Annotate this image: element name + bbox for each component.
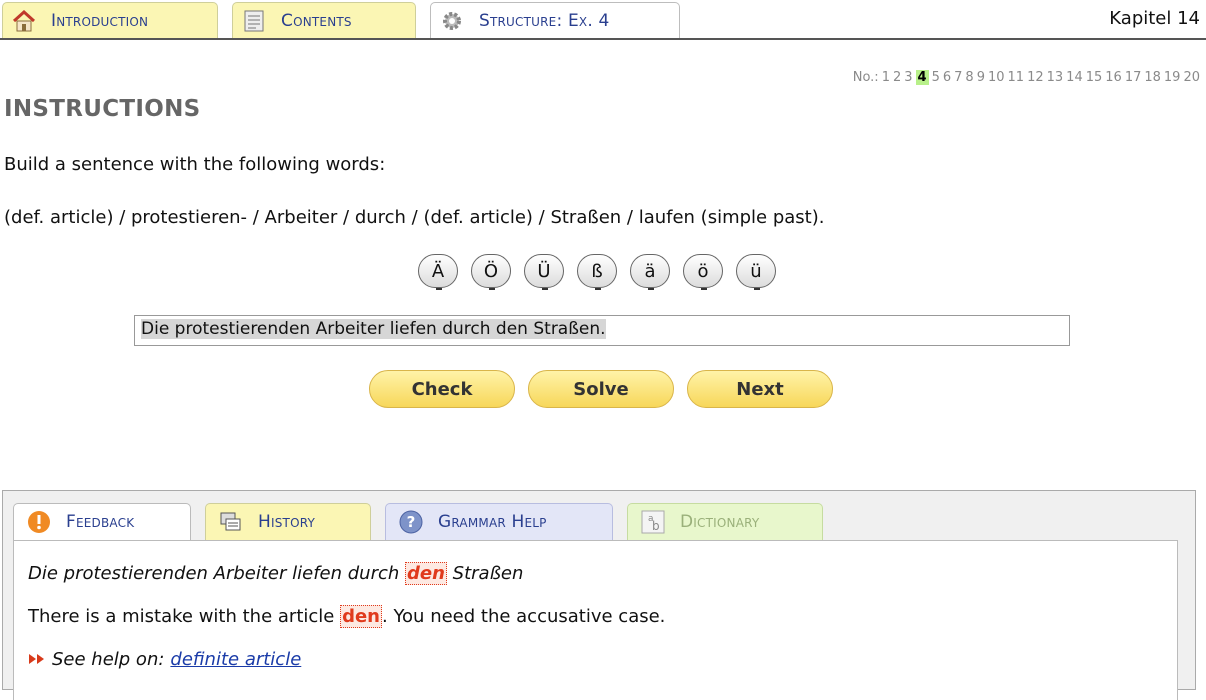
char-button-u-umlaut[interactable]: ü [736, 254, 776, 290]
question-icon: ? [398, 509, 424, 535]
exercise-number-9[interactable]: 9 [977, 70, 985, 85]
feedback-sentence-error: den [405, 562, 447, 585]
exclamation-icon [26, 509, 52, 535]
exercise-number-1[interactable]: 1 [882, 70, 890, 85]
feedback-panel: Feedback History ? Grammar Help ab Dicti… [2, 490, 1196, 700]
char-button-O-umlaut[interactable]: Ö [471, 254, 511, 290]
help-reference: See help on: definite article [28, 649, 301, 670]
char-button-U-umlaut[interactable]: Ü [524, 254, 564, 290]
tab-history-label: History [258, 512, 316, 532]
tab-grammar-help-label: Grammar Help [438, 512, 547, 532]
solve-button[interactable]: Solve [528, 370, 674, 408]
help-prefix: See help on: [52, 649, 165, 670]
tab-dictionary-label: Dictionary [680, 512, 760, 532]
house-icon [11, 8, 37, 34]
exercise-number-12[interactable]: 12 [1027, 70, 1044, 85]
exercise-number-11[interactable]: 11 [1008, 70, 1025, 85]
check-button[interactable]: Check [369, 370, 515, 408]
word-list: (def. article) / protestieren- / Arbeite… [4, 207, 825, 228]
exercise-number-3[interactable]: 3 [904, 70, 912, 85]
instructions-heading: INSTRUCTIONS [4, 96, 201, 122]
exercise-number-2[interactable]: 2 [893, 70, 901, 85]
tab-grammar-help[interactable]: ? Grammar Help [385, 503, 613, 540]
exercise-number-7[interactable]: 7 [954, 70, 962, 85]
dictionary-icon: ab [640, 509, 666, 535]
special-character-bar: Ä Ö Ü ß ä ö ü [418, 254, 789, 290]
feedback-message: There is a mistake with the article den.… [28, 605, 666, 628]
feedback-sentence-after: Straßen [452, 563, 524, 584]
exercise-number-19[interactable]: 19 [1164, 70, 1181, 85]
tab-dictionary[interactable]: ab Dictionary [627, 503, 823, 540]
char-button-eszett[interactable]: ß [577, 254, 617, 290]
exercise-number-18[interactable]: 18 [1144, 70, 1161, 85]
gear-icon [439, 8, 465, 34]
char-button-A-umlaut[interactable]: Ä [418, 254, 458, 290]
exercise-number-17[interactable]: 17 [1125, 70, 1142, 85]
tab-introduction[interactable]: Introduction [2, 2, 218, 38]
char-button-o-umlaut[interactable]: ö [683, 254, 723, 290]
exercise-number-13[interactable]: 13 [1047, 70, 1064, 85]
instructions-prompt: Build a sentence with the following word… [4, 154, 386, 175]
tab-history[interactable]: History [205, 503, 371, 540]
tab-contents[interactable]: Contents [232, 2, 416, 38]
exercise-number-nav: No.: 1 2 3 4 5 6 7 8 9 10 11 12 13 14 15 16 17 18 19 20 [853, 70, 1200, 85]
help-link-definite-article[interactable]: definite article [170, 649, 301, 670]
tab-structure[interactable]: Structure: Ex. 4 [430, 2, 680, 38]
action-buttons: Check Solve Next [369, 370, 846, 408]
exercise-number-label: No.: [852, 70, 879, 85]
exercise-number-5[interactable]: 5 [932, 70, 940, 85]
exercise-number-6[interactable]: 6 [943, 70, 951, 85]
feedback-content: Die protestierenden Arbeiter liefen durc… [13, 540, 1178, 700]
document-icon [241, 8, 267, 34]
tab-contents-label: Contents [281, 10, 352, 31]
tab-feedback[interactable]: Feedback [13, 503, 191, 540]
answer-input-text: Die protestierenden Arbeiter liefen durc… [141, 319, 606, 339]
feedback-message-error: den [340, 605, 382, 628]
feedback-message-after: . You need the accusative case. [382, 606, 666, 627]
feedback-message-before: There is a mistake with the article [28, 606, 335, 627]
svg-text:?: ? [407, 513, 416, 531]
double-arrow-icon [28, 649, 46, 670]
tab-structure-label: Structure: Ex. 4 [479, 10, 610, 31]
next-button[interactable]: Next [687, 370, 833, 408]
feedback-sentence: Die protestierenden Arbeiter liefen durc… [28, 562, 524, 585]
svg-text:b: b [652, 519, 660, 533]
feedback-sentence-before: Die protestierenden Arbeiter liefen durc… [28, 563, 400, 584]
history-icon [218, 509, 244, 535]
chapter-label: Kapitel 14 [1109, 8, 1200, 29]
exercise-number-16[interactable]: 16 [1105, 70, 1122, 85]
exercise-number-10[interactable]: 10 [988, 70, 1005, 85]
tab-introduction-label: Introduction [51, 10, 149, 31]
exercise-number-20[interactable]: 20 [1183, 70, 1200, 85]
char-button-a-umlaut[interactable]: ä [630, 254, 670, 290]
tab-feedback-label: Feedback [66, 512, 135, 532]
exercise-number-8[interactable]: 8 [965, 70, 973, 85]
nav-divider [0, 38, 1206, 40]
exercise-number-4[interactable]: 4 [915, 70, 929, 85]
exercise-number-14[interactable]: 14 [1066, 70, 1083, 85]
exercise-number-15[interactable]: 15 [1086, 70, 1103, 85]
answer-input[interactable]: Die protestierenden Arbeiter liefen durc… [134, 315, 1070, 346]
